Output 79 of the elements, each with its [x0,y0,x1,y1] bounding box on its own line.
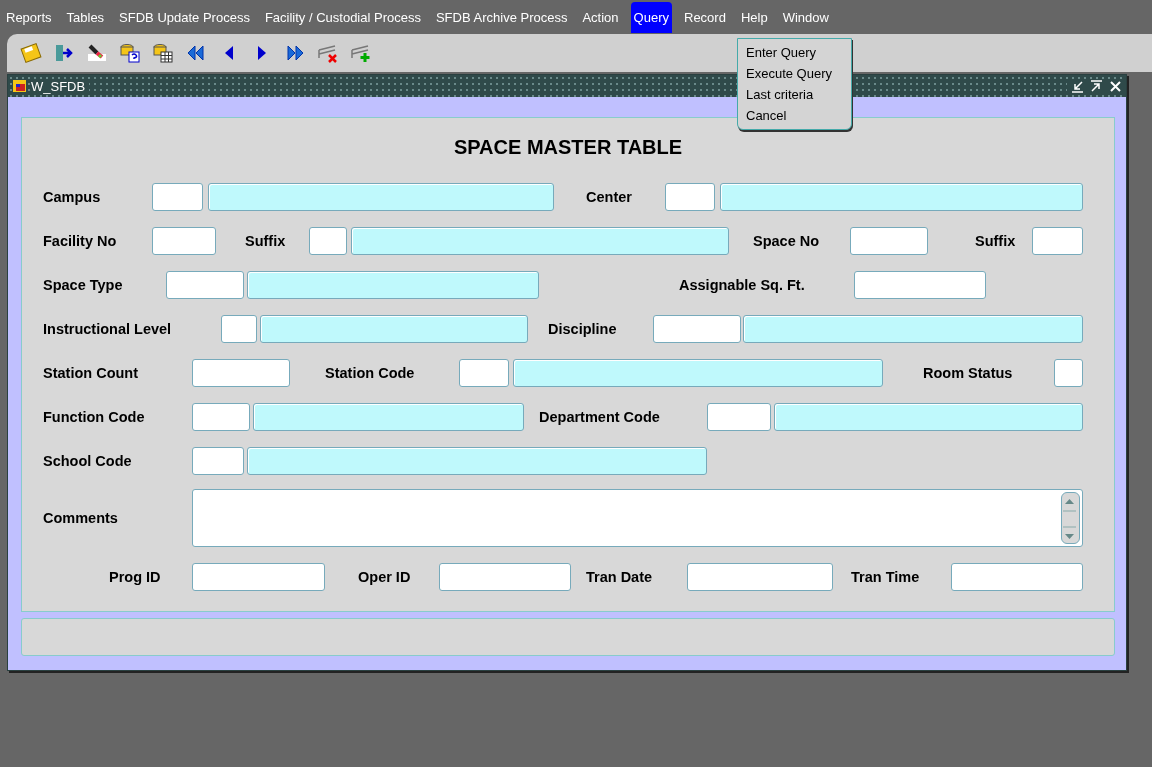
input-field[interactable] [166,271,244,299]
field-label: Instructional Level [43,321,172,337]
menu-item[interactable]: Query [630,1,672,33]
menu-item[interactable]: Facility / Custodial Process [261,1,424,33]
menu-option[interactable]: Cancel [738,105,851,126]
input-field[interactable] [854,271,986,299]
insert-record-icon [349,42,372,64]
field-label: Tran Date [586,569,653,585]
field-label: Space No [753,233,820,249]
description-field[interactable] [743,315,1083,343]
input-field[interactable] [192,563,325,591]
database-question-icon [118,42,141,64]
field-label: Department Code [539,409,660,425]
menu-option[interactable]: Last criteria [738,84,851,105]
description-field[interactable] [208,183,554,211]
minimize-icon[interactable] [1071,79,1084,93]
menu-item[interactable]: Tables [63,1,108,33]
description-field[interactable] [247,447,707,475]
close-icon[interactable] [1109,79,1122,93]
field-label: Prog ID [109,569,161,585]
field-label: Facility No [43,233,117,249]
description-field[interactable] [260,315,528,343]
input-field[interactable] [152,227,216,255]
input-field[interactable] [192,359,290,387]
menu-item[interactable]: SFDB Update Process [116,1,253,33]
next-record-icon [257,46,266,60]
field-label: School Code [43,453,132,469]
menu-item[interactable]: Help [737,1,771,33]
field-label: Room Status [923,365,1013,381]
field-label: Discipline [548,321,617,337]
input-field[interactable] [1054,359,1083,387]
previous-record-icon [224,46,233,60]
field-label: Campus [43,189,101,205]
field-label: Suffix [245,233,286,249]
window-icon [12,78,28,94]
menu-item[interactable]: Reports [3,1,55,33]
scrollbar[interactable] [1061,492,1080,544]
input-field[interactable] [653,315,741,343]
description-field[interactable] [774,403,1083,431]
input-field[interactable] [707,403,771,431]
field-label: Suffix [975,233,1016,249]
field-label: Space Type [43,277,123,293]
menu-item[interactable]: Record [681,1,729,33]
maximize-icon[interactable] [1090,79,1103,93]
field-label: Center [586,189,632,205]
input-field[interactable] [309,227,347,255]
comments-field[interactable] [192,489,1083,547]
menu-item[interactable]: Window [779,1,832,33]
input-field[interactable] [951,563,1083,591]
input-field[interactable] [192,447,244,475]
field-label: Function Code [43,409,145,425]
input-field[interactable] [665,183,715,211]
input-field[interactable] [459,359,509,387]
field-label: Station Count [43,365,139,381]
input-field[interactable] [1032,227,1083,255]
menu-item[interactable]: Action [579,1,622,33]
delete-record-icon [316,42,339,64]
input-field[interactable] [192,403,250,431]
menu-option[interactable]: Enter Query [738,42,851,63]
description-field[interactable] [253,403,524,431]
input-field[interactable] [152,183,203,211]
field-label: Assignable Sq. Ft. [679,277,805,293]
input-field[interactable] [221,315,257,343]
menu-option[interactable]: Execute Query [738,63,851,84]
field-label: Comments [43,510,118,526]
description-field[interactable] [720,183,1083,211]
input-field[interactable] [687,563,833,591]
description-field[interactable] [351,227,729,255]
field-label: Tran Time [851,569,920,585]
database-table-icon [151,42,174,64]
description-field[interactable] [247,271,539,299]
field-label: Oper ID [358,569,411,585]
description-field[interactable] [513,359,883,387]
input-field[interactable] [850,227,928,255]
menu-item[interactable]: SFDB Archive Process [432,1,571,33]
eraser-icon [85,42,108,64]
input-field[interactable] [439,563,571,591]
form-title: SPACE MASTER TABLE [453,136,683,158]
field-label: Station Code [325,365,415,381]
